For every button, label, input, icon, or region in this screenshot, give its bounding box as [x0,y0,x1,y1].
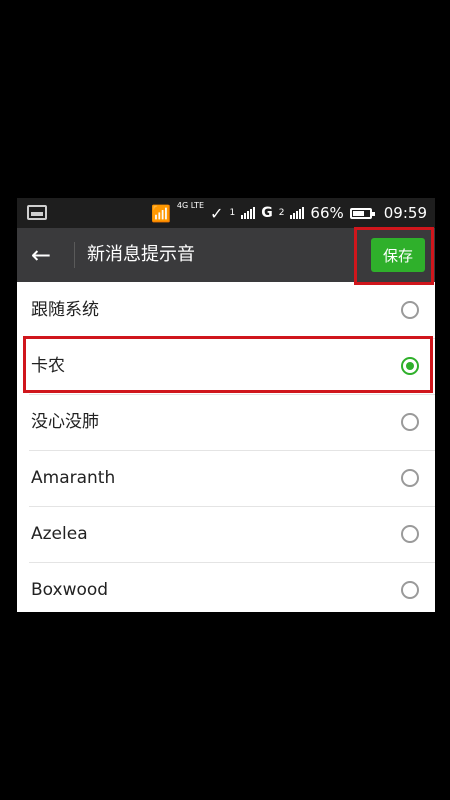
network-type-label: 4G LTE [176,201,205,210]
ringtone-label: Amaranth [31,468,116,488]
check-icon: ✓ [210,203,224,223]
ringtone-item[interactable]: 跟随系统 [17,282,435,338]
ringtone-item[interactable]: 没心没肺 [17,394,435,450]
wifi-icon: 📶 [150,203,171,223]
status-bar: 📶 4G LTE ✓ 1 G 2 66% 09:59 [17,198,435,228]
ringtone-item[interactable]: Amaranth [17,450,435,506]
radio-button[interactable] [401,301,419,319]
ringtone-item[interactable]: Boxwood [17,562,435,612]
carrier-type-label: G [261,205,273,221]
radio-button[interactable] [401,581,419,599]
ringtone-label: 跟随系统 [31,300,99,320]
ringtone-list: 跟随系统 卡农 没心没肺 Amaranth Azelea Boxwood [17,282,435,612]
sim2-label: 2 [278,208,285,218]
radio-button[interactable] [401,525,419,543]
battery-percent: 66% [310,204,344,222]
save-button[interactable]: 保存 [371,238,425,272]
action-bar-divider [74,242,75,268]
ringtone-label: Boxwood [31,580,109,600]
ringtone-label: 没心没肺 [31,412,99,432]
phone-screen: 📶 4G LTE ✓ 1 G 2 66% 09:59 ← 新消息提示音 跟随系统… [17,198,435,612]
page-title: 新消息提示音 [87,244,195,265]
radio-button[interactable] [401,469,419,487]
sim1-label: 1 [229,208,236,218]
signal-bars-icon [241,207,256,219]
clock: 09:59 [383,204,427,222]
signal-bars-icon [290,207,305,219]
radio-button[interactable] [401,413,419,431]
status-indicators: 📶 4G LTE ✓ 1 G 2 66% 09:59 [151,198,427,228]
selected-item-highlight-box [23,336,433,393]
gallery-notification-icon [27,205,47,220]
ringtone-item[interactable]: Azelea [17,506,435,562]
back-arrow-icon[interactable]: ← [31,228,51,282]
battery-icon [349,207,375,219]
ringtone-label: Azelea [31,524,88,544]
